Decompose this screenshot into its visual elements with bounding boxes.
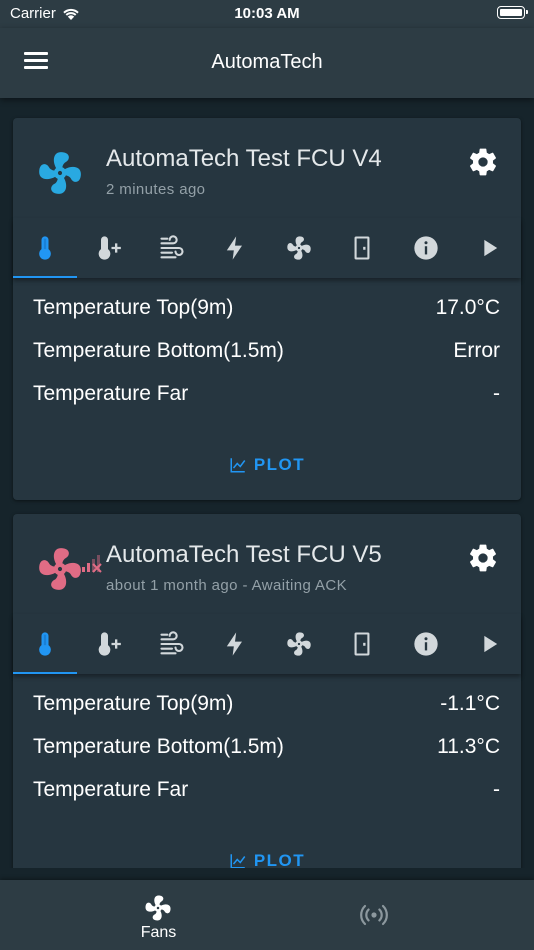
device-card: AutomaTech Test FCU V5 about 1 month ago… [13, 514, 521, 868]
tab-fan[interactable] [267, 218, 331, 278]
reading-label: Temperature Far [33, 778, 189, 801]
readings-list: Temperature Top(9m) 17.0°C Temperature B… [13, 278, 521, 419]
plot-label: PLOT [253, 455, 306, 474]
reading-row: Temperature Far - [13, 772, 521, 815]
reading-value: - [493, 382, 500, 405]
status-bar: Carrier 10:03 AM [0, 0, 534, 28]
tab-thermometer-plus[interactable] [77, 218, 141, 278]
tab-thermometer-plus[interactable] [77, 614, 141, 674]
reading-row: Temperature Bottom(1.5m) 11.3°C [13, 729, 521, 772]
readings-list: Temperature Top(9m) -1.1°C Temperature B… [13, 674, 521, 815]
nav-tab-connectivity[interactable] [241, 880, 508, 950]
reading-label: Temperature Bottom(1.5m) [33, 339, 284, 362]
fan-icon [143, 893, 173, 923]
tab-info[interactable] [394, 614, 458, 674]
app-title: AutomaTech [211, 51, 323, 73]
wind-icon [160, 235, 184, 259]
lightning-icon [227, 632, 243, 656]
tab-info[interactable] [394, 218, 458, 278]
lightning-icon [227, 236, 243, 260]
fan-icon [35, 544, 85, 594]
device-last-seen: 2 minutes ago [106, 181, 206, 198]
battery-icon [497, 6, 528, 19]
chart-line-icon [230, 458, 246, 473]
plot-button[interactable]: PLOT [13, 851, 521, 868]
device-name: AutomaTech Test FCU V4 [106, 145, 382, 172]
reading-row: Temperature Far - [13, 376, 521, 419]
play-icon [484, 635, 498, 653]
device-card-header: AutomaTech Test FCU V4 2 minutes ago [13, 118, 521, 218]
reading-value: Error [453, 339, 500, 362]
tab-door[interactable] [331, 218, 395, 278]
reading-label: Temperature Bottom(1.5m) [33, 735, 284, 758]
reading-row: Temperature Top(9m) -1.1°C [13, 686, 521, 729]
door-icon [354, 632, 370, 656]
app-bar: AutomaTech [0, 28, 534, 98]
thermometer-plus-icon [98, 236, 122, 260]
plot-button[interactable]: PLOT [13, 455, 521, 475]
thermometer-plus-icon [98, 632, 122, 656]
reading-value: -1.1°C [440, 692, 500, 715]
thermometer-icon [38, 632, 51, 656]
tab-play[interactable] [458, 218, 522, 278]
tab-door[interactable] [331, 614, 395, 674]
thermometer-icon [38, 236, 51, 260]
gear-icon[interactable] [467, 146, 499, 178]
tab-wind[interactable] [140, 614, 204, 674]
reading-row: Temperature Top(9m) 17.0°C [13, 290, 521, 333]
no-signal-icon [82, 555, 102, 573]
device-card-header: AutomaTech Test FCU V5 about 1 month ago… [13, 514, 521, 614]
gear-icon[interactable] [467, 542, 499, 574]
device-tabs [13, 218, 521, 278]
plot-label: PLOT [253, 851, 306, 868]
play-icon [484, 239, 498, 257]
device-card: AutomaTech Test FCU V4 2 minutes ago Tem… [13, 118, 521, 500]
fan-icon [285, 234, 313, 262]
info-icon [414, 632, 438, 656]
chart-line-icon [230, 854, 246, 868]
bottom-navigation: Fans [0, 880, 534, 950]
reading-value: - [493, 778, 500, 801]
reading-label: Temperature Top(9m) [33, 296, 234, 319]
device-tabs [13, 614, 521, 674]
tab-thermometer[interactable] [13, 218, 77, 278]
reading-value: 11.3°C [437, 735, 500, 758]
tab-fan[interactable] [267, 614, 331, 674]
device-name: AutomaTech Test FCU V5 [106, 541, 382, 568]
tab-wind[interactable] [140, 218, 204, 278]
fan-icon [35, 148, 85, 198]
tab-thermometer[interactable] [13, 614, 77, 674]
tab-lightning[interactable] [204, 218, 268, 278]
device-last-seen: about 1 month ago - Awaiting ACK [106, 577, 348, 594]
fan-icon [285, 630, 313, 658]
device-list[interactable]: AutomaTech Test FCU V4 2 minutes ago Tem… [0, 98, 534, 868]
info-icon [414, 236, 438, 260]
wind-icon [160, 631, 184, 655]
reading-label: Temperature Far [33, 382, 189, 405]
reading-row: Temperature Bottom(1.5m) Error [13, 333, 521, 376]
clock: 10:03 AM [234, 5, 300, 22]
tab-lightning[interactable] [204, 614, 268, 674]
door-icon [354, 236, 370, 260]
reading-value: 17.0°C [435, 296, 500, 319]
reading-label: Temperature Top(9m) [33, 692, 234, 715]
tab-play[interactable] [458, 614, 522, 674]
broadcast-icon [360, 904, 388, 926]
